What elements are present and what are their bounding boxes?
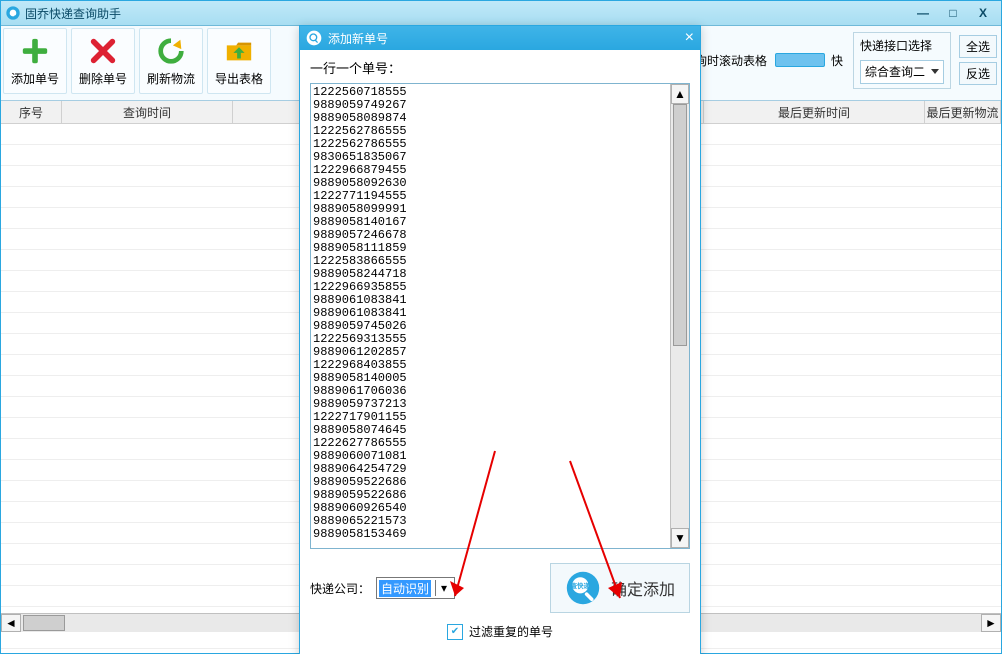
dialog-titlebar: 添加新单号 × xyxy=(300,26,700,50)
invert-select-button[interactable]: 反选 xyxy=(959,62,997,85)
company-label: 快递公司： xyxy=(310,580,370,597)
scroll-thumb[interactable] xyxy=(673,104,687,346)
delete-number-button[interactable]: 删除单号 xyxy=(71,28,135,94)
add-number-button[interactable]: 添加单号 xyxy=(3,28,67,94)
scroll-down-arrow-icon[interactable]: ▼ xyxy=(671,528,689,548)
select-all-button[interactable]: 全选 xyxy=(959,35,997,58)
add-number-dialog: 添加新单号 × 一行一个单号： ▲ ▼ 快递公司： 自动识别 ▾ xyxy=(299,25,701,654)
speed-slider[interactable]: 快 xyxy=(775,52,843,69)
refresh-icon xyxy=(156,36,186,66)
confirm-add-label: 确定添加 xyxy=(611,576,675,600)
one-per-line-hint: 一行一个单号： xyxy=(310,58,690,77)
export-button[interactable]: 导出表格 xyxy=(207,28,271,94)
chevron-down-icon xyxy=(931,69,939,74)
col-query-time[interactable]: 查询时间 xyxy=(62,101,233,123)
speed-fast-label: 快 xyxy=(831,52,843,69)
interface-groupbox: 快递接口选择 综合查询二 xyxy=(853,32,951,89)
export-label: 导出表格 xyxy=(215,70,263,87)
dialog-title: 添加新单号 xyxy=(328,30,388,47)
slider-track[interactable] xyxy=(775,53,825,67)
maximize-button[interactable]: □ xyxy=(939,4,967,22)
numbers-textarea-wrap: ▲ ▼ xyxy=(310,83,690,549)
svg-text:查快递: 查快递 xyxy=(571,581,591,590)
app-icon xyxy=(306,30,322,46)
main-window: 固乔快递查询助手 — □ X 添加单号 删除单号 刷新物流 导出表格 ✔ 查询 xyxy=(0,0,1002,654)
interface-select-value: 综合查询二 xyxy=(865,63,925,80)
interface-select[interactable]: 综合查询二 xyxy=(860,60,944,84)
col-last-update-info[interactable]: 最后更新物流 xyxy=(925,101,1001,123)
title-bar: 固乔快递查询助手 — □ X xyxy=(1,1,1001,26)
company-select-value: 自动识别 xyxy=(379,580,431,597)
search-express-icon: 查快递 xyxy=(565,570,601,606)
col-last-update-time[interactable]: 最后更新时间 xyxy=(704,101,925,123)
delete-number-label: 删除单号 xyxy=(79,70,127,87)
interface-title: 快递接口选择 xyxy=(860,37,944,54)
refresh-label: 刷新物流 xyxy=(147,70,195,87)
app-icon xyxy=(5,5,21,21)
confirm-add-button[interactable]: 查快递 确定添加 xyxy=(550,563,690,613)
company-select[interactable]: 自动识别 ▾ xyxy=(376,577,455,599)
plus-icon xyxy=(20,36,50,66)
close-button[interactable]: X xyxy=(969,4,997,22)
filter-dup-label: 过滤重复的单号 xyxy=(469,623,553,640)
add-number-label: 添加单号 xyxy=(11,70,59,87)
col-seq[interactable]: 序号 xyxy=(1,101,62,123)
scroll-right-arrow-icon[interactable]: ► xyxy=(981,614,1001,632)
minimize-button[interactable]: — xyxy=(909,4,937,22)
tracking-numbers-textarea[interactable] xyxy=(311,84,683,548)
app-title: 固乔快递查询助手 xyxy=(25,5,121,22)
filter-dup-checkbox[interactable]: ✔ xyxy=(447,624,463,640)
scroll-left-arrow-icon[interactable]: ◄ xyxy=(1,614,21,632)
scroll-up-arrow-icon[interactable]: ▲ xyxy=(671,84,689,104)
refresh-button[interactable]: 刷新物流 xyxy=(139,28,203,94)
folder-export-icon xyxy=(224,36,254,66)
vertical-scrollbar[interactable]: ▲ ▼ xyxy=(670,84,689,548)
chevron-down-icon: ▾ xyxy=(435,580,452,596)
x-icon xyxy=(88,36,118,66)
scroll-thumb[interactable] xyxy=(23,615,65,631)
dialog-close-button[interactable]: × xyxy=(685,29,694,47)
